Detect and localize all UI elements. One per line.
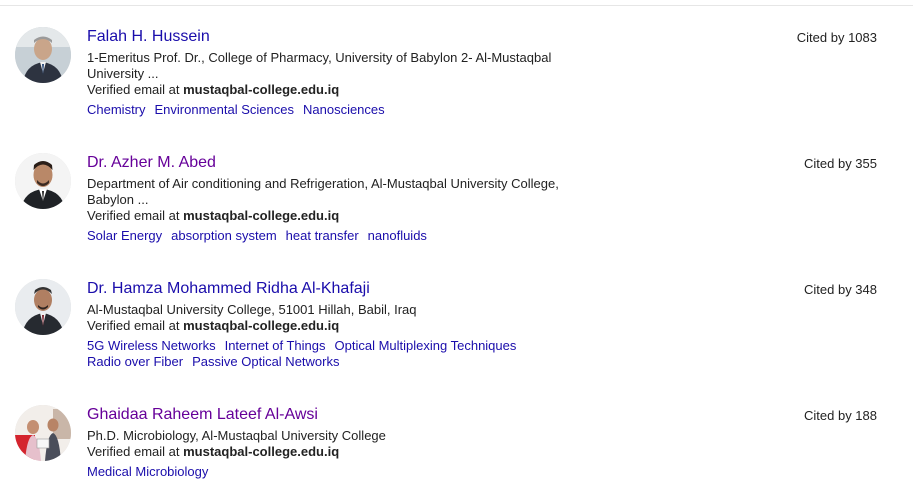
email-prefix: Verified email at <box>87 208 184 223</box>
interest-link[interactable]: heat transfer <box>286 228 359 243</box>
profile-name-link[interactable]: Ghaidaa Raheem Lateef Al-Awsi <box>87 405 567 425</box>
interest-link[interactable]: 5G Wireless Networks <box>87 338 216 353</box>
affiliation: 1-Emeritus Prof. Dr., College of Pharmac… <box>87 50 552 81</box>
person-photo-icon <box>15 279 71 335</box>
verified-email: Verified email at mustaqbal-college.edu.… <box>87 208 567 224</box>
interest-tags: Solar Energy absorption system heat transf… <box>87 228 567 244</box>
interest-tags: Medical Microbiology <box>87 464 567 480</box>
person-photo-icon <box>15 405 71 461</box>
avatar[interactable] <box>15 405 71 461</box>
verified-email: Verified email at mustaqbal-college.edu.… <box>87 82 567 98</box>
interest-link[interactable]: Solar Energy <box>87 228 162 243</box>
cited-by-count: Cited by 1083 <box>796 30 877 45</box>
profile-name-link[interactable]: Falah H. Hussein <box>87 27 567 47</box>
email-prefix: Verified email at <box>87 444 184 459</box>
affiliation: Al-Mustaqbal University College, 51001 H… <box>87 302 417 317</box>
email-domain: mustaqbal-college.edu.iq <box>183 208 340 223</box>
interest-link[interactable]: Medical Microbiology <box>87 464 208 479</box>
email-domain: mustaqbal-college.edu.iq <box>183 82 340 97</box>
avatar[interactable] <box>15 27 71 83</box>
interest-link[interactable]: Environmental Sciences <box>155 102 294 117</box>
email-prefix: Verified email at <box>87 318 184 333</box>
cited-by-count: Cited by 348 <box>804 282 877 297</box>
email-domain: mustaqbal-college.edu.iq <box>183 444 340 459</box>
avatar[interactable] <box>15 153 71 209</box>
affiliation: Ph.D. Microbiology, Al-Mustaqbal Univers… <box>87 428 386 443</box>
interest-link[interactable]: Chemistry <box>87 102 146 117</box>
interest-link[interactable]: Internet of Things <box>225 338 326 353</box>
person-photo-icon <box>15 153 71 209</box>
affiliation: Department of Air conditioning and Refri… <box>87 176 559 207</box>
cited-by-count: Cited by 188 <box>804 408 877 423</box>
cited-by-count: Cited by 355 <box>804 156 877 171</box>
interest-link[interactable]: Passive Optical Networks <box>192 354 339 369</box>
top-divider <box>0 5 913 6</box>
profile-name-link[interactable]: Dr. Azher M. Abed <box>87 153 567 173</box>
interest-tags: Chemistry Environmental Sciences Nanoscien… <box>87 102 567 118</box>
avatar[interactable] <box>15 279 71 335</box>
verified-email: Verified email at mustaqbal-college.edu.… <box>87 318 567 334</box>
interest-link[interactable]: Nanosciences <box>303 102 385 117</box>
interest-link[interactable]: Radio over Fiber <box>87 354 183 369</box>
email-prefix: Verified email at <box>87 82 184 97</box>
interest-link[interactable]: nanofluids <box>368 228 427 243</box>
person-photo-icon <box>15 27 71 83</box>
interest-tags: 5G Wireless Networks Internet of Things Op… <box>87 338 567 370</box>
verified-email: Verified email at mustaqbal-college.edu.… <box>87 444 567 460</box>
interest-link[interactable]: Optical Multiplexing Techniques <box>335 338 517 353</box>
email-domain: mustaqbal-college.edu.iq <box>183 318 340 333</box>
profile-name-link[interactable]: Dr. Hamza Mohammed Ridha Al-Khafaji <box>87 279 567 299</box>
interest-link[interactable]: absorption system <box>171 228 277 243</box>
